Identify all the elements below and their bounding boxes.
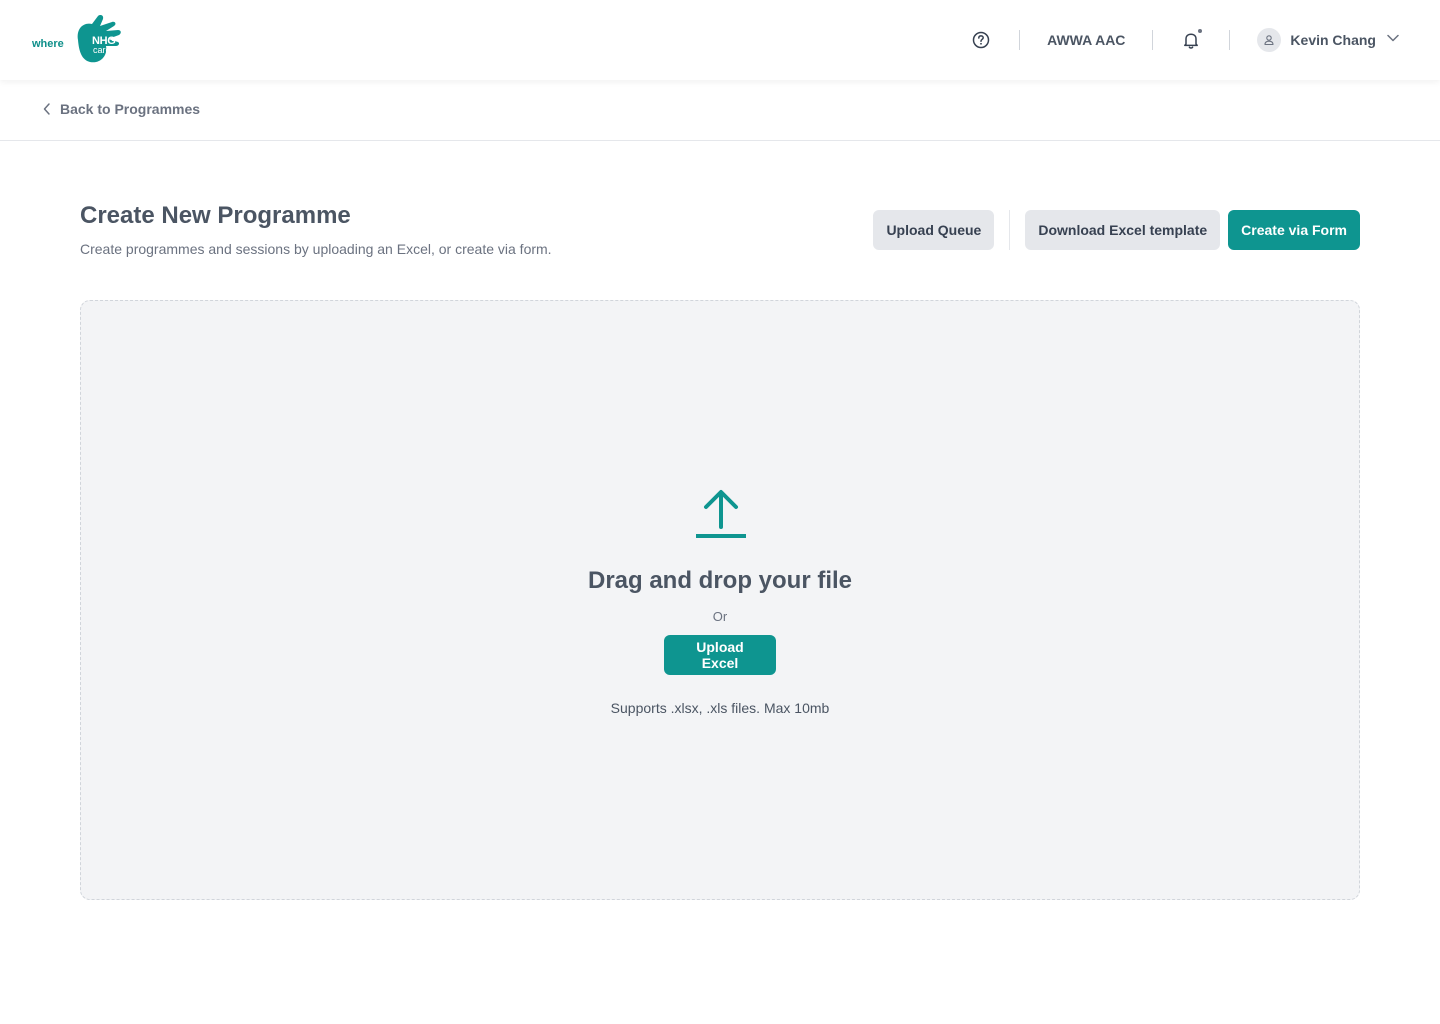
actions-divider	[1009, 210, 1011, 250]
logo-where-text: where	[32, 38, 64, 50]
chevron-left-icon	[43, 103, 50, 115]
user-name: Kevin Chang	[1290, 32, 1376, 48]
page-subtitle: Create programmes and sessions by upload…	[80, 241, 552, 257]
breadcrumb: Back to Programmes	[0, 80, 1440, 141]
dropzone-or-text: Or	[712, 609, 728, 624]
back-link-label: Back to Programmes	[60, 101, 201, 117]
header-divider	[1152, 30, 1154, 50]
nhg-cares-logo[interactable]: where NHG cares	[32, 14, 124, 66]
back-to-programmes-link[interactable]: Back to Programmes	[42, 101, 200, 117]
dropzone-title: Drag and drop your file	[587, 567, 853, 594]
header-actions: AWWA AAC Kevin Chang	[970, 0, 1400, 80]
download-excel-template-button[interactable]: Download Excel template	[1025, 210, 1221, 250]
question-circle-icon[interactable]	[970, 29, 992, 51]
top-header: where NHG cares AWWA AAC Kevin Chang	[0, 0, 1440, 80]
user-icon	[1257, 28, 1282, 52]
logo-cares-text: cares	[93, 45, 116, 55]
dropzone-file-note: Supports .xlsx, .xls files. Max 10mb	[610, 700, 830, 716]
chevron-down-icon	[1386, 31, 1400, 50]
bell-icon[interactable]	[1180, 29, 1203, 51]
file-dropzone[interactable]: Drag and drop your file Or Upload Excel …	[80, 300, 1360, 900]
user-menu[interactable]: Kevin Chang	[1257, 28, 1400, 52]
page-actions: Upload Queue Download Excel template Cre…	[873, 210, 1360, 250]
create-via-form-button[interactable]: Create via Form	[1228, 210, 1360, 250]
upload-arrow-icon	[696, 490, 746, 538]
upload-excel-button[interactable]: Upload Excel	[664, 635, 776, 675]
header-divider	[1019, 30, 1021, 50]
header-divider	[1229, 30, 1231, 50]
organisation-name[interactable]: AWWA AAC	[1047, 32, 1125, 48]
upload-queue-button[interactable]: Upload Queue	[873, 210, 995, 250]
page-title: Create New Programme	[80, 202, 351, 229]
